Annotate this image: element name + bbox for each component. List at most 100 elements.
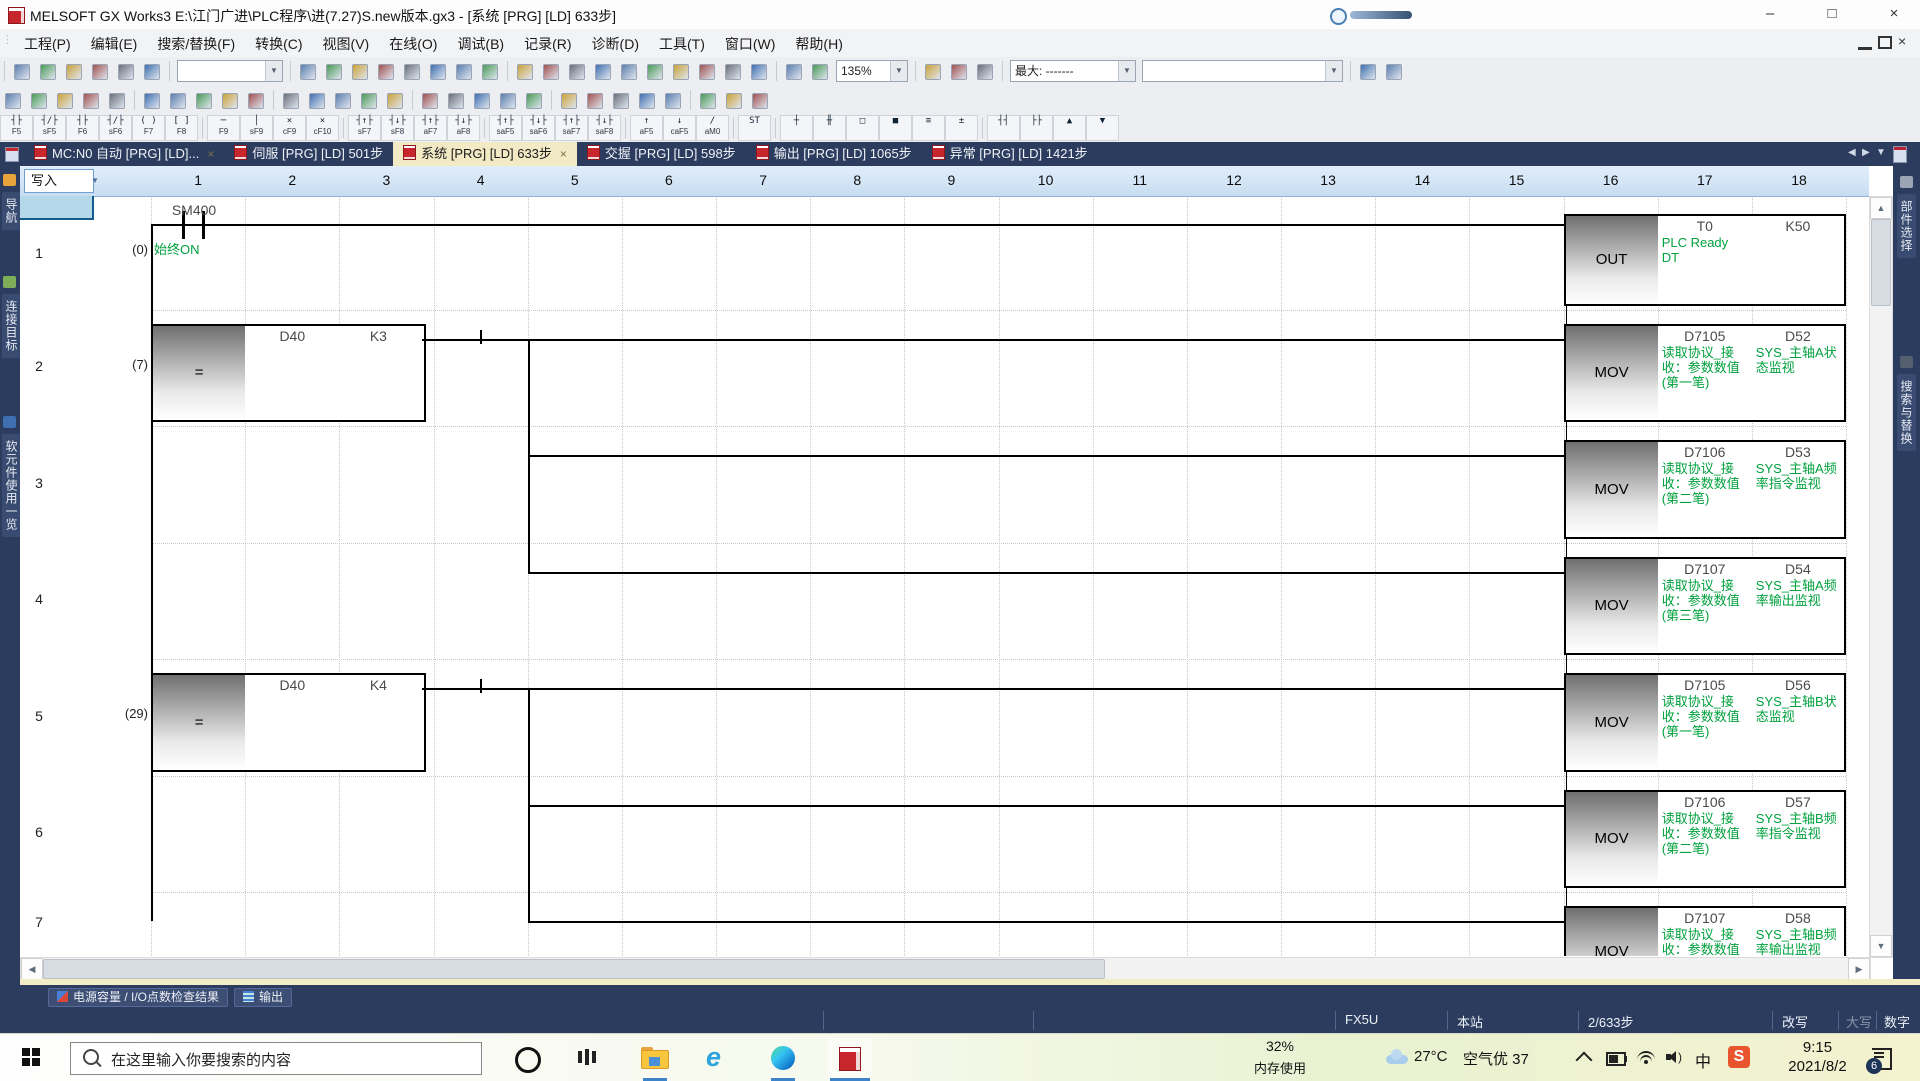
scroll-right-icon[interactable]: ▶ [1848, 958, 1870, 980]
find-icon[interactable] [1356, 60, 1380, 84]
ladder-symbol-saF6-button[interactable]: ┤↓├saF6 [522, 115, 555, 141]
ladder-symbol-F6-button[interactable]: ┤├F6 [66, 115, 99, 141]
file-explorer-icon[interactable] [641, 1047, 667, 1067]
ladder-symbol-sF8-button[interactable]: ┤↓├sF8 [381, 115, 414, 141]
memory-card-icon[interactable] [557, 89, 581, 113]
stop-monitor-icon[interactable] [695, 60, 719, 84]
instruction-block-MOV[interactable]: MOVD7107读取协议_接收：参数数值(第三笔)D58SYS_主轴B频率输出监… [1564, 906, 1847, 956]
ladder-symbol-aM0-button[interactable]: /aM0 [696, 115, 729, 141]
statement-combo[interactable]: ▼ [1142, 60, 1343, 82]
convert-all-icon[interactable] [539, 60, 563, 84]
ladder-symbol-tool-23-button[interactable]: ╫ [813, 115, 846, 141]
tab-list-icon[interactable]: ▼ [1876, 147, 1886, 158]
copy-icon[interactable] [322, 60, 346, 84]
start-button[interactable] [22, 1048, 41, 1067]
program-combo[interactable]: ▼ [177, 60, 283, 82]
dock-tab-2[interactable]: 软元件使用一览 [2, 434, 21, 537]
menu-工程[interactable]: 工程(P) [14, 29, 81, 59]
save-icon[interactable] [62, 60, 86, 84]
ladder-symbol-F5-button[interactable]: ┤├F5 [0, 115, 33, 141]
new-icon[interactable] [10, 60, 34, 84]
scroll-down-icon[interactable]: ▼ [1870, 935, 1892, 957]
weather-temp[interactable]: 27°C [1414, 1048, 1448, 1065]
instruction-block-MOV[interactable]: MOVD7105读取协议_接收：参数数值(第一笔)D56SYS_主轴B状态监视 [1564, 673, 1847, 772]
dock-tab-right-0[interactable]: 部件选择 [1897, 194, 1916, 258]
menu-记录[interactable]: 记录(R) [514, 29, 581, 59]
online-monitor-icon[interactable] [565, 60, 589, 84]
program-body-icon[interactable] [105, 89, 129, 113]
tray-chevron-icon[interactable] [1576, 1052, 1593, 1069]
doc-tab-inactive[interactable]: 异常 [PRG] [LD] 1421步 [922, 142, 1098, 166]
ladder-symbol-cF9-button[interactable]: ×cF9 [273, 115, 306, 141]
ladder-symbol-saF8-button[interactable]: ┤↓├saF8 [588, 115, 621, 141]
sfc-icon[interactable] [357, 89, 381, 113]
ladder-viewport[interactable]: 1234567(0)始终ONSM400OUTT0PLC Ready DTK50(… [20, 196, 1869, 956]
ladder-symbol-sF6-button[interactable]: ┤/├sF6 [99, 115, 132, 141]
edge-icon[interactable] [771, 1046, 795, 1070]
instruction-block-MOV[interactable]: MOVD7106读取协议_接收：参数数值(第二笔)D57SYS_主轴B频率指令监… [1564, 790, 1847, 888]
watch-icon[interactable] [747, 60, 771, 84]
device-batch-icon[interactable] [721, 60, 745, 84]
doc-tab-inactive[interactable]: MC:N0 自动 [PRG] [LD]...× [24, 142, 224, 166]
panel-tab-0[interactable]: 电源容量 / I/O点数检查结果 [48, 988, 228, 1007]
ladder-edit-icon[interactable] [305, 89, 329, 113]
simulation-stop-icon[interactable] [279, 89, 303, 113]
ime-indicator[interactable]: 中 [1695, 1048, 1711, 1072]
scroll-up-icon[interactable]: ▲ [1870, 197, 1892, 219]
event-history-icon[interactable] [496, 89, 520, 113]
zoom-in-icon[interactable] [808, 60, 832, 84]
ladder-symbol-F8-button[interactable]: [ ]F8 [165, 115, 198, 141]
notification-center-icon[interactable]: 6 [1872, 1048, 1892, 1070]
statement-combo-dropdown-icon[interactable]: ▼ [1325, 61, 1342, 81]
tab-close-icon[interactable]: × [560, 147, 567, 161]
label-editor-icon[interactable] [418, 89, 442, 113]
verify-icon[interactable] [643, 60, 667, 84]
ladder-symbol-caF5-button[interactable]: ↓caF5 [663, 115, 696, 141]
safety-icon[interactable] [696, 89, 720, 113]
write-plc-icon[interactable] [591, 60, 615, 84]
fbd-icon[interactable] [383, 89, 407, 113]
ethernet-connect-icon[interactable] [609, 89, 633, 113]
ladder-symbol-cF10-button[interactable]: ×cF10 [306, 115, 339, 141]
statement-display-icon[interactable] [973, 60, 997, 84]
ladder-symbol-tool-31-button[interactable]: ▼ [1086, 115, 1119, 141]
vertical-scroll-thumb[interactable] [1871, 219, 1891, 306]
horizontal-scrollbar[interactable]: ◀ ▶ [20, 957, 1871, 981]
redo-icon[interactable] [400, 60, 424, 84]
ladder-symbol-tool-28-button[interactable]: ┤┤ [987, 115, 1020, 141]
write-mode-dropdown-icon[interactable]: ▼ [86, 169, 104, 193]
verify-project-icon[interactable] [444, 89, 468, 113]
memory-usage-label[interactable]: 内存使用 [1240, 1058, 1320, 1077]
instruction-block-MOV[interactable]: MOVD7106读取协议_接收：参数数值(第二笔)D53SYS_主轴A频率指令监… [1564, 440, 1847, 539]
comment-max-combo-dropdown-icon[interactable]: ▼ [1118, 61, 1135, 81]
device-comment-icon[interactable] [218, 89, 242, 113]
ladder-symbol-tool-30-button[interactable]: ▲ [1053, 115, 1086, 141]
ladder-symbol-F7-button[interactable]: ( )F7 [132, 115, 165, 141]
cc-link-icon[interactable] [635, 89, 659, 113]
edit-mode-icon[interactable] [478, 60, 502, 84]
compare-block[interactable]: =D40K4 [151, 673, 426, 772]
tab-scroll-left-icon[interactable]: ◀ [1848, 147, 1856, 158]
dock-tab-right-1[interactable]: 搜索与替换 [1897, 374, 1916, 451]
help-f1-icon[interactable] [748, 89, 772, 113]
ladder-symbol-saF7-button[interactable]: ┤↑├saF7 [555, 115, 588, 141]
doc-tab-active[interactable]: 系统 [PRG] [LD] 633步× [393, 142, 577, 166]
open-icon[interactable] [36, 60, 60, 84]
tab-close-icon[interactable]: × [207, 147, 214, 161]
fb-file-icon[interactable] [140, 89, 164, 113]
read-plc-icon[interactable] [617, 60, 641, 84]
compare-block[interactable]: =D40K3 [151, 324, 426, 422]
overlay-slider-knob[interactable] [1330, 8, 1347, 25]
usb-connect-icon[interactable] [583, 89, 607, 113]
dock-tab-1[interactable]: 连接目标 [2, 294, 21, 358]
menu-编辑[interactable]: 编辑(E) [81, 29, 148, 59]
write-mode-selector[interactable]: 写入 [24, 169, 94, 193]
comment-display-icon[interactable] [947, 60, 971, 84]
weather-air-quality[interactable]: 空气优 37 [1463, 1048, 1529, 1069]
instruction-block-OUT[interactable]: OUTT0PLC Ready DTK50 [1564, 214, 1847, 306]
comment-max-combo[interactable]: 最大: -------▼ [1010, 60, 1136, 82]
gx-works3-taskbar-button[interactable] [828, 1038, 872, 1080]
dock-tab-0[interactable]: 导航 [2, 192, 21, 230]
child-close-icon[interactable]: × [1898, 33, 1906, 49]
doc-tab-inactive[interactable]: 输出 [PRG] [LD] 1065步 [746, 142, 922, 166]
